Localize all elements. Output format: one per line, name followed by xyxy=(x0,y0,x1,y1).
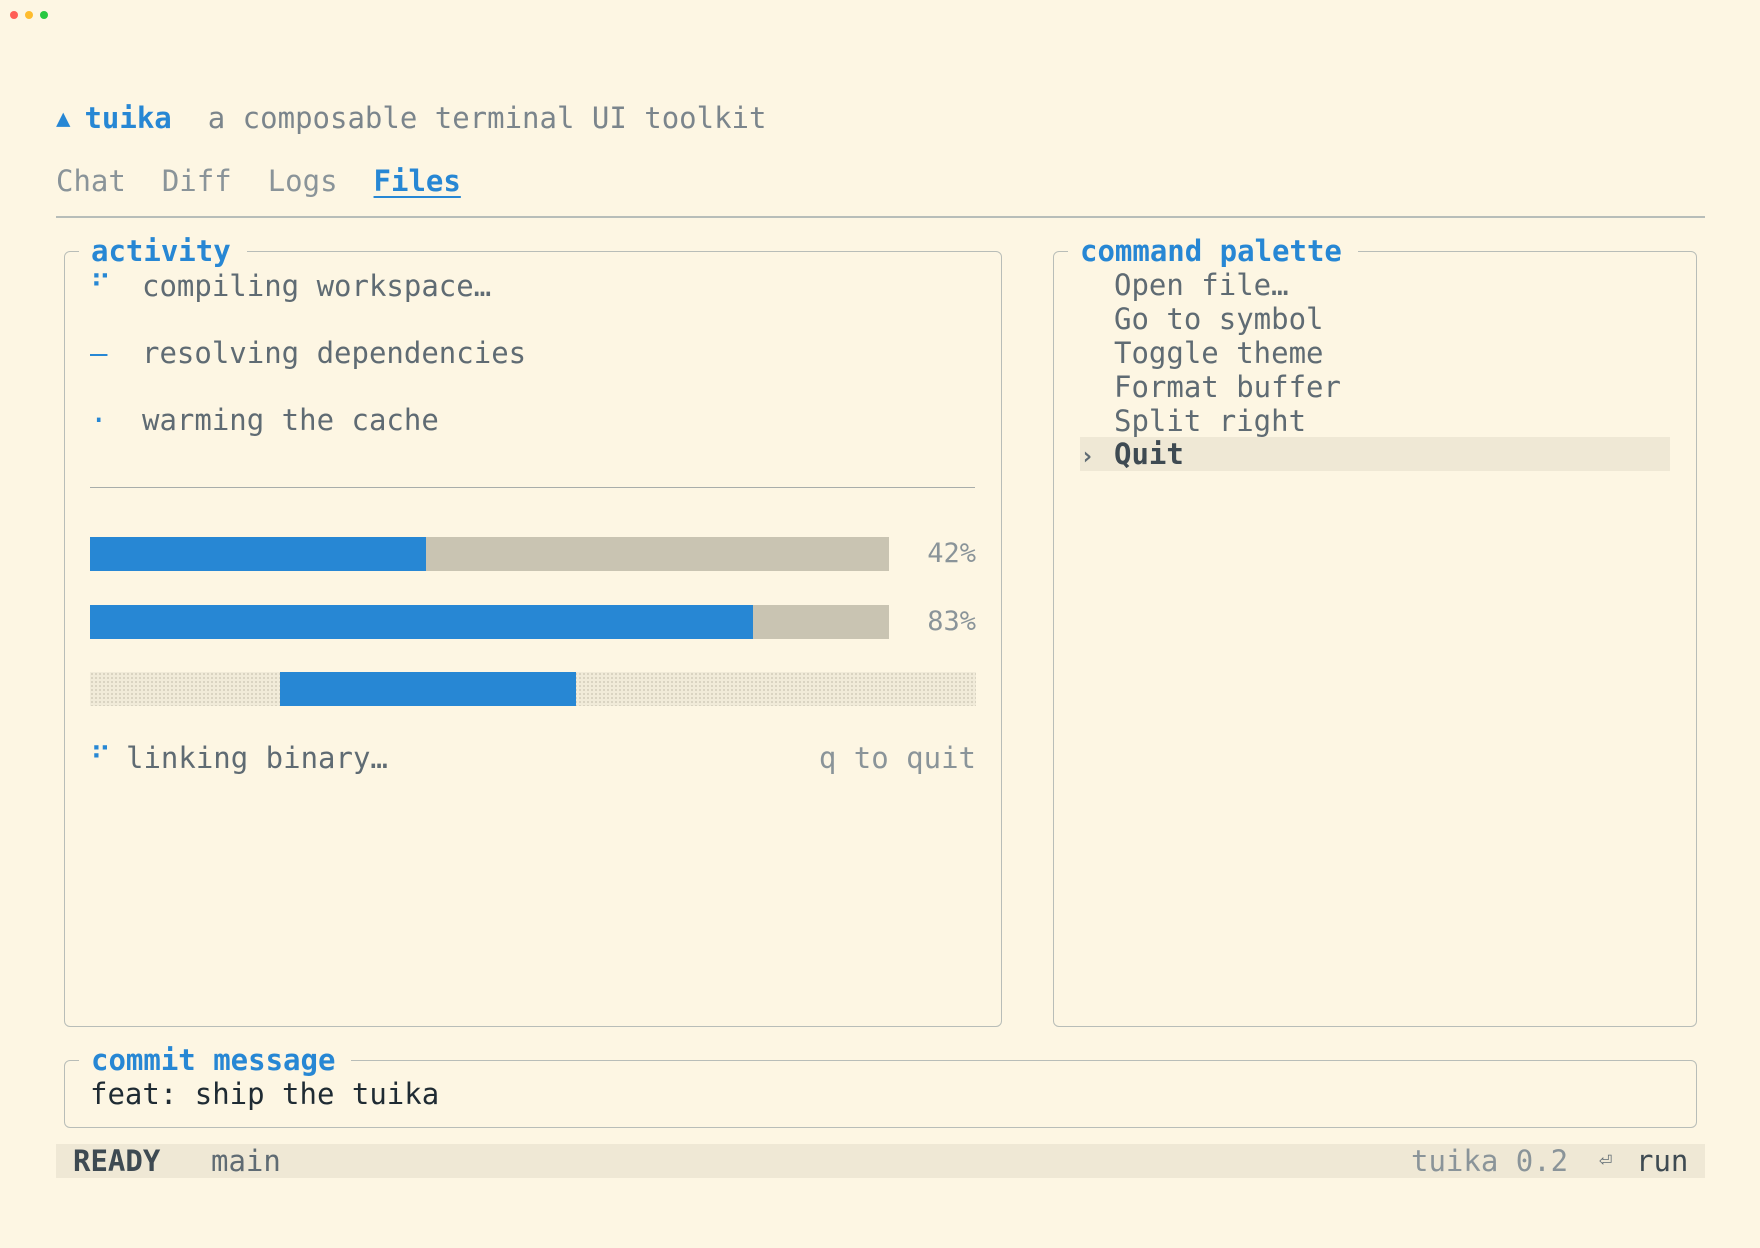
progress-bar xyxy=(90,537,889,571)
spinner-icon: ⠋ xyxy=(90,269,112,303)
palette-item-label: Quit xyxy=(1114,437,1184,471)
quit-hint: q to quit xyxy=(818,741,976,775)
progress-fill xyxy=(90,605,754,639)
task-item: ⠋ compiling workspace… xyxy=(90,266,491,306)
window-minimize-button[interactable] xyxy=(25,11,33,19)
tab-diff[interactable]: Diff xyxy=(162,164,232,204)
progress-percent: 42% xyxy=(927,538,976,569)
palette-item-open-file[interactable]: Open file… xyxy=(1080,268,1670,302)
spinner-icon: – xyxy=(90,336,108,370)
palette-item-label: Toggle theme xyxy=(1114,336,1324,370)
palette-item-toggle-theme[interactable]: Toggle theme xyxy=(1080,336,1670,370)
triangle-logo-icon: ▲ xyxy=(56,104,71,132)
palette-item-go-to-symbol[interactable]: Go to symbol xyxy=(1080,302,1670,336)
task-item: – resolving dependencies xyxy=(90,333,526,373)
status-label: linking binary… xyxy=(126,741,388,775)
palette-item-split-right[interactable]: Split right xyxy=(1080,404,1670,438)
mode-indicator: READY xyxy=(73,1144,161,1178)
indeterminate-segment xyxy=(280,672,576,706)
progress-fill xyxy=(90,537,426,571)
spinner-icon: · xyxy=(90,403,108,437)
app-tagline: a composable terminal UI toolkit xyxy=(207,101,767,135)
tab-logs[interactable]: Logs xyxy=(268,164,338,204)
indeterminate-progress-bar xyxy=(90,672,976,706)
branch-name: main xyxy=(211,1144,281,1178)
palette-item-quit[interactable]: › Quit xyxy=(1080,437,1670,471)
palette-item-format-buffer[interactable]: Format buffer xyxy=(1080,370,1670,404)
task-label: warming the cache xyxy=(142,403,439,437)
commit-message-title: commit message xyxy=(79,1041,352,1079)
progress-bar xyxy=(90,605,889,639)
palette-item-label: Go to symbol xyxy=(1114,302,1324,336)
return-key-icon: ⏎ xyxy=(1599,1148,1613,1173)
spinner-icon: ⠋ xyxy=(90,741,112,775)
palette-item-label: Open file… xyxy=(1114,268,1289,302)
task-label: resolving dependencies xyxy=(142,336,527,370)
commit-message-input[interactable]: feat: ship the tuika xyxy=(90,1076,439,1112)
task-label: compiling workspace… xyxy=(142,269,492,303)
version-label: tuika 0.2 xyxy=(1411,1144,1569,1178)
progress-percent: 83% xyxy=(927,606,976,637)
palette-item-label: Split right xyxy=(1114,404,1307,438)
tab-files[interactable]: Files xyxy=(374,164,461,204)
window-zoom-button[interactable] xyxy=(40,11,48,19)
tab-bar: Chat Diff Logs Files xyxy=(56,164,497,204)
command-palette-title: command palette xyxy=(1068,232,1358,270)
status-bar: READY main tuika 0.2 ⏎ run xyxy=(56,1144,1705,1178)
activity-status: ⠋ linking binary… q to quit xyxy=(90,738,976,778)
tab-chat[interactable]: Chat xyxy=(56,164,126,204)
task-item: · warming the cache xyxy=(90,400,439,440)
activity-panel-title: activity xyxy=(79,232,247,270)
chevron-right-icon: › xyxy=(1080,442,1095,470)
palette-item-label: Format buffer xyxy=(1114,370,1341,404)
header-divider xyxy=(56,216,1705,218)
activity-divider xyxy=(90,487,975,488)
app-header: ▲ tuika a composable terminal UI toolkit xyxy=(56,96,766,140)
run-action[interactable]: run xyxy=(1636,1144,1688,1178)
window-close-button[interactable] xyxy=(10,11,18,19)
app-name: tuika xyxy=(84,101,172,135)
